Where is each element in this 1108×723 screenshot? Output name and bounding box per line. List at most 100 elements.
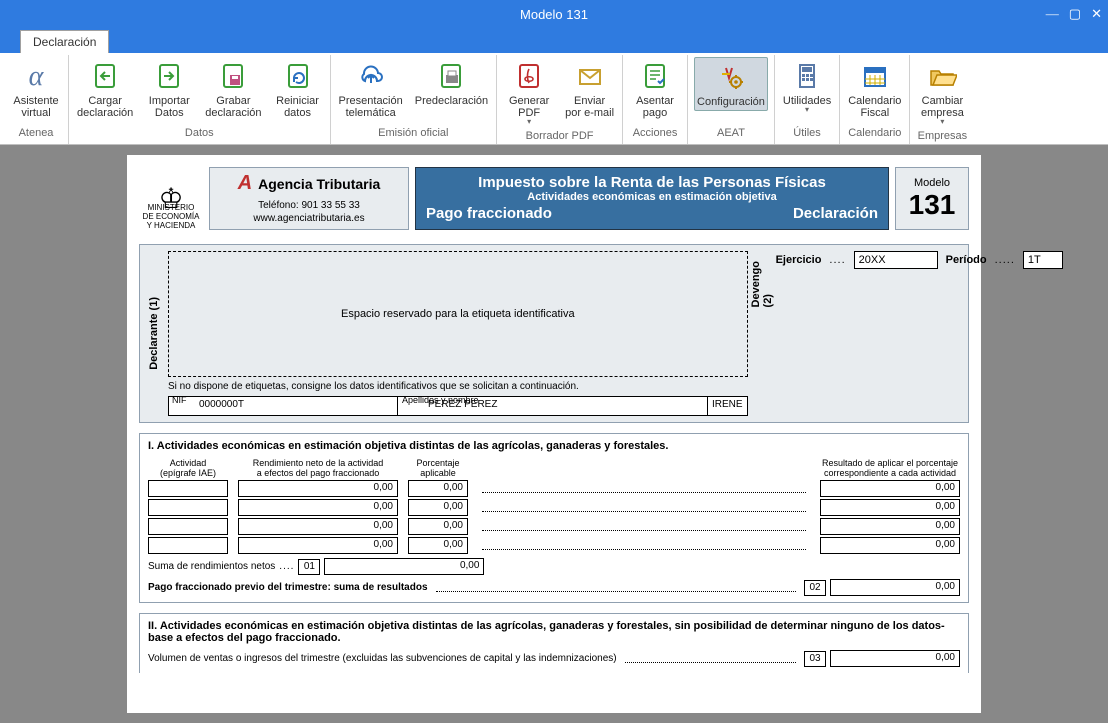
nif-label: NIF	[172, 395, 187, 405]
group-label: Emisión oficial	[378, 125, 448, 142]
tab-strip: Declaración	[0, 28, 1108, 53]
calendar-icon	[858, 59, 892, 93]
actividad-input[interactable]	[148, 480, 228, 497]
grabar-declaracion-button[interactable]: Grabar declaración	[203, 57, 263, 121]
alpha-icon: α	[19, 59, 53, 93]
actividad-input[interactable]	[148, 499, 228, 516]
nombre-field[interactable]: IRENE	[708, 396, 748, 416]
porcentaje-input[interactable]: 0,00	[408, 480, 468, 497]
cloud-upload-icon	[354, 59, 388, 93]
generar-pdf-button[interactable]: Generar PDF ▾	[503, 57, 555, 128]
importar-datos-button[interactable]: Importar Datos	[143, 57, 195, 121]
ribbon: α Asistente virtual Atenea Cargar declar…	[0, 53, 1108, 145]
svg-text:α: α	[29, 61, 45, 91]
resultado-input[interactable]: 0,00	[820, 499, 960, 516]
mail-icon	[573, 59, 607, 93]
col-actividad: Actividad (epígrafe IAE)	[148, 458, 228, 478]
close-icon[interactable]: ✕	[1091, 6, 1102, 22]
enviar-email-button[interactable]: Enviar por e-mail	[563, 57, 616, 128]
actividad-input[interactable]	[148, 537, 228, 554]
cargar-declaracion-button[interactable]: Cargar declaración	[75, 57, 135, 121]
agencia-box: A Agencia Tributaria Teléfono: 901 33 55…	[209, 167, 409, 230]
suma-rendimientos-value[interactable]: 0,00	[324, 558, 484, 575]
configuracion-button[interactable]: Configuración	[694, 57, 768, 111]
chevron-down-icon: ▾	[805, 105, 809, 114]
devengo-label: Devengo (2)	[750, 257, 774, 311]
casilla-02: 02	[804, 580, 826, 596]
casilla-01: 01	[298, 559, 320, 575]
seccion-i: I. Actividades económicas en estimación …	[139, 433, 969, 603]
modelo-box: Modelo 131	[895, 167, 969, 230]
group-label: Calendario	[848, 125, 901, 142]
chevron-down-icon: ▾	[527, 117, 531, 126]
seccion-i-title: I. Actividades económicas en estimación …	[148, 440, 960, 452]
presentacion-telematica-button[interactable]: Presentación telemática	[337, 57, 405, 121]
volumen-value[interactable]: 0,00	[830, 650, 960, 667]
minimize-icon[interactable]: —	[1046, 6, 1059, 22]
rendimiento-input[interactable]: 0,00	[238, 499, 398, 516]
apellidos-label: Apellidos y nombre	[402, 395, 479, 405]
predeclaracion-button[interactable]: Predeclaración	[413, 57, 490, 121]
window-title: Modelo 131	[520, 7, 588, 22]
group-label: Empresas	[918, 128, 968, 145]
col-porcentaje: Porcentaje aplicable	[408, 458, 468, 478]
porcentaje-input[interactable]: 0,00	[408, 518, 468, 535]
group-label: AEAT	[717, 125, 745, 142]
group-label: Acciones	[633, 125, 678, 142]
page-arrow-left-icon	[88, 59, 122, 93]
page-arrow-right-icon	[152, 59, 186, 93]
page-refresh-icon	[281, 59, 315, 93]
crest-icon: ♔	[158, 194, 183, 203]
ministerio-logo: ♔ MINISTERIO DE ECONOMÍA Y HACIENDA	[139, 167, 203, 230]
group-label: Atenea	[19, 125, 54, 142]
etiqueta-space: Espacio reservado para la etiqueta ident…	[168, 251, 748, 377]
page-check-icon	[638, 59, 672, 93]
ejercicio-label: Ejercicio	[776, 254, 822, 266]
resultado-input[interactable]: 0,00	[820, 480, 960, 497]
document-area[interactable]: ♔ MINISTERIO DE ECONOMÍA Y HACIENDA A Ag…	[0, 145, 1108, 723]
nif-field[interactable]: 0000000T	[168, 396, 398, 416]
group-label: Datos	[185, 125, 214, 142]
form-page: ♔ MINISTERIO DE ECONOMÍA Y HACIENDA A Ag…	[127, 155, 981, 713]
rendimiento-input[interactable]: 0,00	[238, 537, 398, 554]
asistente-virtual-button[interactable]: α Asistente virtual	[10, 57, 62, 121]
pdf-icon	[512, 59, 546, 93]
seccion-ii: II. Actividades económicas en estimación…	[139, 613, 969, 673]
calendario-fiscal-button[interactable]: Calendario Fiscal	[846, 57, 903, 121]
resultado-input[interactable]: 0,00	[820, 518, 960, 535]
porcentaje-input[interactable]: 0,00	[408, 537, 468, 554]
reiniciar-datos-button[interactable]: Reiniciar datos	[272, 57, 324, 121]
cambiar-empresa-button[interactable]: Cambiar empresa ▾	[916, 57, 968, 128]
group-label: Borrador PDF	[526, 128, 594, 145]
resultado-input[interactable]: 0,00	[820, 537, 960, 554]
ejercicio-input[interactable]	[854, 251, 938, 269]
col-resultado: Resultado de aplicar el porcentaje corre…	[820, 458, 960, 478]
tab-declaracion[interactable]: Declaración	[20, 30, 109, 53]
casilla-03: 03	[804, 651, 826, 667]
volumen-label: Volumen de ventas o ingresos del trimest…	[148, 653, 617, 664]
irpf-title-box: Impuesto sobre la Renta de las Personas …	[415, 167, 889, 230]
seccion-ii-title: II. Actividades económicas en estimación…	[148, 620, 960, 644]
periodo-input[interactable]	[1023, 251, 1063, 269]
etiqueta-note: Si no dispone de etiquetas, consigne los…	[168, 381, 748, 392]
utilidades-button[interactable]: Utilidades ▾	[781, 57, 833, 116]
col-rendimiento: Rendimiento neto de la actividad a efect…	[238, 458, 398, 478]
declarante-label: Declarante (1)	[148, 293, 160, 374]
rendimiento-input[interactable]: 0,00	[238, 480, 398, 497]
group-label: Útiles	[793, 125, 821, 142]
aeat-logo-icon: A	[238, 172, 252, 195]
previo-value[interactable]: 0,00	[830, 579, 960, 596]
asentar-pago-button[interactable]: Asentar pago	[629, 57, 681, 121]
chevron-down-icon: ▾	[940, 117, 944, 126]
porcentaje-input[interactable]: 0,00	[408, 499, 468, 516]
maximize-icon[interactable]: ▢	[1069, 6, 1081, 22]
periodo-label: Período	[946, 254, 987, 266]
previo-label: Pago fraccionado previo del trimestre: s…	[148, 582, 428, 593]
calculator-icon	[790, 59, 824, 93]
title-bar: Modelo 131 — ▢ ✕	[0, 0, 1108, 28]
actividad-input[interactable]	[148, 518, 228, 535]
suma-label: Suma de rendimientos netos	[148, 561, 275, 572]
rendimiento-input[interactable]: 0,00	[238, 518, 398, 535]
gear-aeat-icon	[714, 60, 748, 94]
page-print-icon	[434, 59, 468, 93]
